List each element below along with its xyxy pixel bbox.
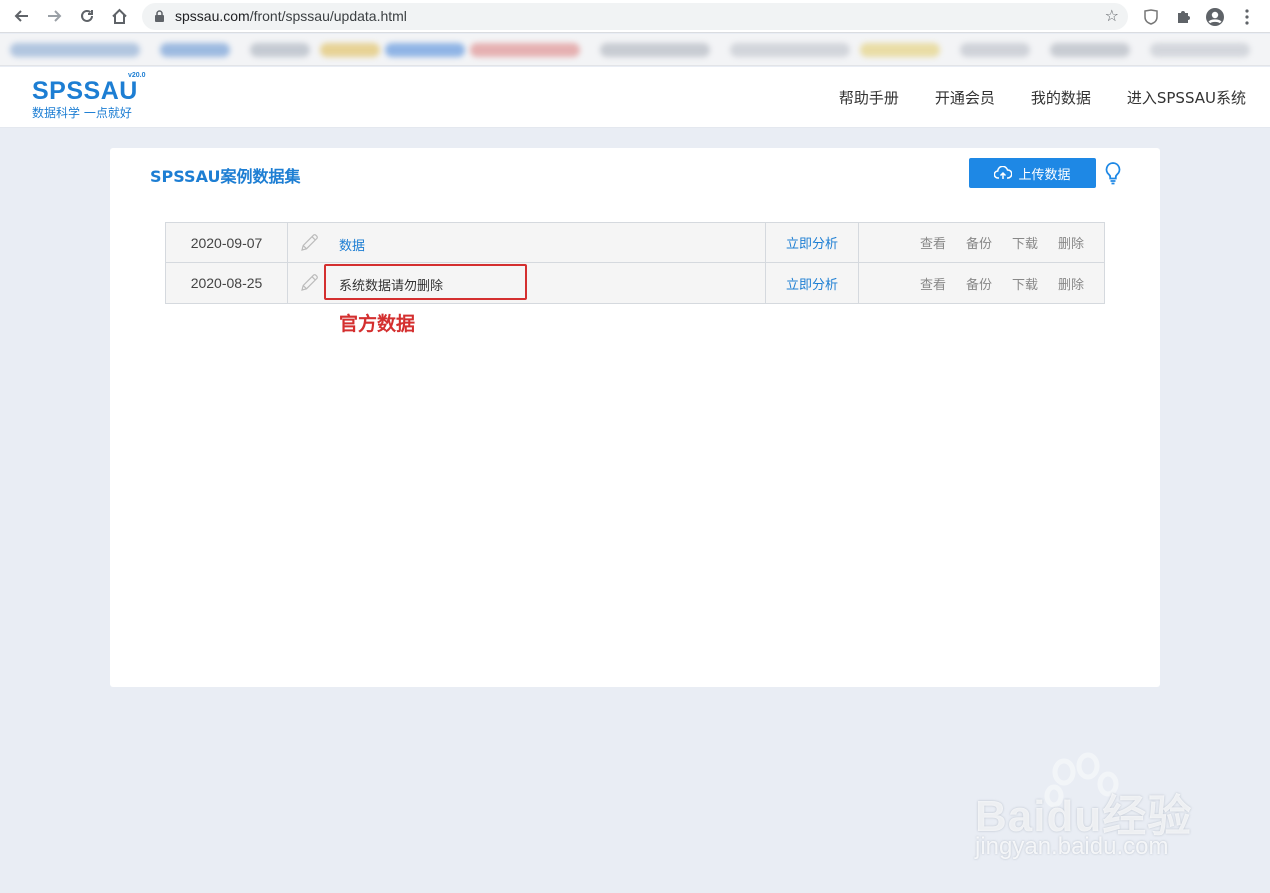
nav-enter-system[interactable]: 进入SPSSAU系统 (1127, 87, 1246, 108)
logo[interactable]: SPSSAU (32, 77, 138, 106)
cloud-upload-icon (994, 166, 1013, 179)
forward-icon[interactable] (42, 5, 66, 27)
extensions-puzzle-icon[interactable] (1172, 6, 1194, 28)
delete-action[interactable]: 删除 (1058, 274, 1084, 293)
logo-slogan: 数据科学 一点就好 (32, 106, 132, 120)
pencil-edit-icon[interactable] (298, 232, 320, 254)
bookmark-star-icon[interactable]: ☆ (1105, 6, 1119, 25)
lightbulb-icon[interactable] (1104, 161, 1122, 185)
page-title: SPSSAU案例数据集 (150, 167, 301, 186)
bookmarks-bar-blurred (0, 34, 1270, 66)
analyze-now-link[interactable]: 立即分析 (766, 223, 859, 262)
menu-kebab-icon[interactable] (1236, 6, 1258, 28)
annotation-label: 官方数据 (339, 313, 416, 335)
row-date: 2020-08-25 (166, 263, 288, 303)
view-action[interactable]: 查看 (920, 233, 946, 252)
upload-data-button[interactable]: 上传数据 (969, 158, 1096, 188)
site-header: SPSSAU v20.0 数据科学 一点就好 帮助手册 开通会员 我的数据 进入… (0, 67, 1270, 128)
table-row: 2020-08-25 系统数据请勿删除 立即分析 查看 备份 下载 删除 (166, 263, 1104, 303)
nav-my-data[interactable]: 我的数据 (1031, 87, 1091, 108)
home-icon[interactable] (107, 5, 131, 27)
backup-action[interactable]: 备份 (966, 233, 992, 252)
browser-toolbar: spssau.com/front/spssau/updata.html ☆ (0, 0, 1270, 33)
dataset-name-link[interactable]: 数据 (339, 235, 365, 254)
analyze-now-link[interactable]: 立即分析 (766, 263, 859, 303)
url-text: spssau.com/front/spssau/updata.html (175, 8, 407, 24)
shield-extension-icon[interactable] (1140, 6, 1162, 28)
table-row: 2020-09-07 数据 立即分析 查看 备份 下载 删除 (166, 223, 1104, 263)
lock-icon (155, 10, 164, 22)
nav-help-manual[interactable]: 帮助手册 (839, 87, 899, 108)
watermark-url: jingyan.baidu.com (975, 833, 1169, 860)
top-nav: 帮助手册 开通会员 我的数据 进入SPSSAU系统 (839, 87, 1246, 108)
view-action[interactable]: 查看 (920, 274, 946, 293)
delete-action[interactable]: 删除 (1058, 233, 1084, 252)
logo-version: v20.0 (128, 72, 146, 79)
download-action[interactable]: 下载 (1012, 233, 1038, 252)
dataset-card: SPSSAU案例数据集 上传数据 2020-09-07 数据 立即分析 查看 备… (110, 148, 1160, 687)
dataset-table: 2020-09-07 数据 立即分析 查看 备份 下载 删除 2020-08-2… (165, 222, 1105, 304)
nav-membership[interactable]: 开通会员 (935, 87, 995, 108)
back-icon[interactable] (10, 5, 34, 27)
download-action[interactable]: 下载 (1012, 274, 1038, 293)
annotation-highlight-box (324, 264, 527, 300)
address-bar[interactable]: spssau.com/front/spssau/updata.html ☆ (142, 3, 1128, 30)
reload-icon[interactable] (75, 5, 99, 27)
pencil-edit-icon[interactable] (298, 272, 320, 294)
backup-action[interactable]: 备份 (966, 274, 992, 293)
profile-avatar-icon[interactable] (1204, 6, 1226, 28)
upload-data-label: 上传数据 (1018, 167, 1071, 183)
row-date: 2020-09-07 (166, 223, 288, 262)
